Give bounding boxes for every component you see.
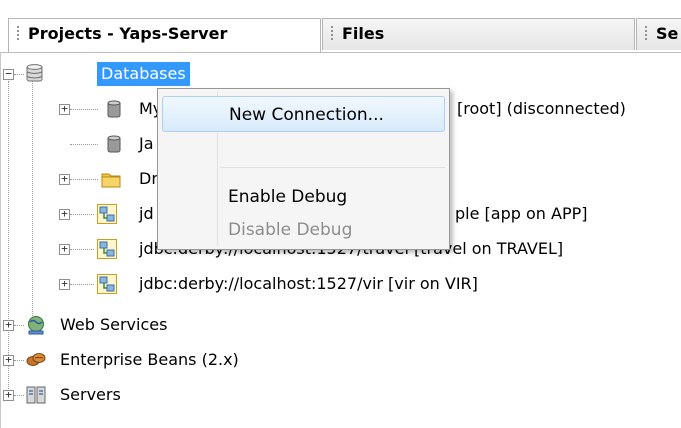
tree-row-vir[interactable]: + jdbc:derby://localhost:1527/vir [vir o… <box>0 267 681 301</box>
connection-icon <box>97 274 117 294</box>
menu-item-new-connection[interactable]: New Connection... <box>162 96 445 132</box>
drag-grip-icon <box>644 25 648 41</box>
tree-guide <box>70 249 94 250</box>
db-cylinder-icon <box>107 135 121 153</box>
tree-row-enterprise-beans[interactable]: + Enterprise Beans (2.x) <box>0 343 681 377</box>
tree-guide <box>14 325 24 326</box>
tree-guide <box>14 395 24 396</box>
expand-toggle-icon[interactable]: + <box>3 389 14 401</box>
connection-icon <box>97 204 117 224</box>
tab-files[interactable]: Files <box>322 18 635 50</box>
tree-row-web-services[interactable]: + Web Services <box>0 308 681 342</box>
context-menu: New Connection... Enable Debug Disable D… <box>157 88 450 250</box>
tree-guide <box>70 109 98 110</box>
tab-projects[interactable]: Projects - Yaps-Server <box>8 18 321 52</box>
tree-row-servers[interactable]: + Servers <box>0 378 681 412</box>
drag-grip-icon <box>16 25 20 41</box>
expand-toggle-icon[interactable]: + <box>59 208 70 220</box>
tab-services[interactable]: Se <box>636 18 681 50</box>
tree-label-databases: Databases <box>97 62 190 86</box>
db-cylinder-icon <box>107 100 121 118</box>
tree-label-vir: jdbc:derby://localhost:1527/vir [vir on … <box>139 274 478 293</box>
beans-icon <box>26 353 46 366</box>
tree-label-servers: Servers <box>60 385 121 404</box>
tab-files-label: Files <box>342 24 385 43</box>
collapse-toggle-icon[interactable]: − <box>3 68 14 80</box>
tree-label-sample-suffix: ple [app on APP] <box>455 204 588 223</box>
tree-guide <box>70 179 98 180</box>
tree-guide <box>14 74 24 75</box>
database-icon <box>26 64 43 82</box>
drag-grip-icon <box>330 25 334 41</box>
tree-guide <box>70 144 98 145</box>
expand-toggle-icon[interactable]: + <box>59 243 70 255</box>
expand-toggle-icon[interactable]: + <box>3 319 14 331</box>
tree-label-web-services: Web Services <box>60 315 168 334</box>
expand-toggle-icon[interactable]: + <box>59 103 70 115</box>
expand-toggle-icon[interactable]: + <box>59 173 70 185</box>
folder-icon <box>101 173 121 188</box>
tree-label-enterprise-beans: Enterprise Beans (2.x) <box>60 350 239 369</box>
connection-icon <box>97 239 117 259</box>
globe-icon <box>28 316 44 335</box>
tree-row-databases[interactable]: − Databases <box>0 57 681 91</box>
server-icon <box>26 386 46 404</box>
tree-label-javadb-prefix: Ja <box>139 134 154 153</box>
tab-projects-label: Projects - Yaps-Server <box>28 24 228 43</box>
tree-label-drivers-prefix: Dr <box>139 169 158 188</box>
expand-toggle-icon[interactable]: + <box>59 278 70 290</box>
tree-guide <box>70 214 94 215</box>
expand-toggle-icon[interactable]: + <box>3 354 14 366</box>
tab-services-label: Se <box>656 24 679 43</box>
menu-item-enable-debug[interactable]: Enable Debug <box>162 179 445 215</box>
explorer-tab-strip: Projects - Yaps-Server Files Se <box>0 0 681 53</box>
tree-guide <box>14 360 24 361</box>
tree-guide <box>70 284 94 285</box>
menu-separator <box>220 167 445 168</box>
tree-label-mysql-suffix: [root] (disconnected) <box>457 99 626 118</box>
tree-label-sample-prefix: jd <box>139 204 154 223</box>
menu-item-disable-debug: Disable Debug <box>228 220 353 240</box>
